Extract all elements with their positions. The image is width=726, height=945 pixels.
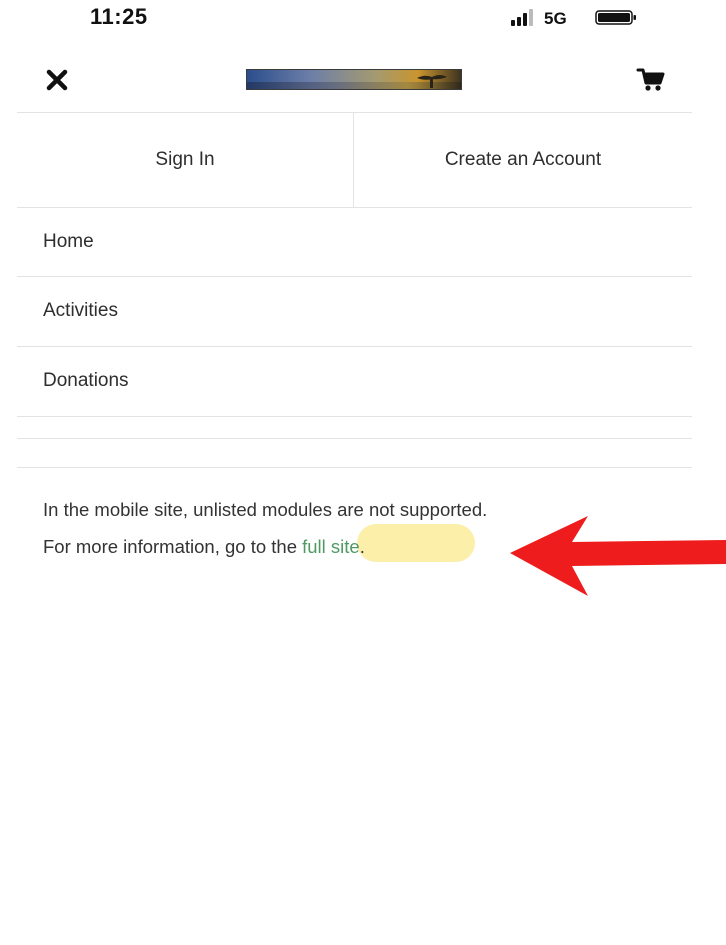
notice-line-2-prefix: For more information, go to the: [43, 536, 303, 557]
nav-item-home[interactable]: Home: [17, 208, 692, 277]
sign-in-button[interactable]: Sign In: [17, 113, 353, 207]
red-arrow-annotation: [510, 516, 726, 596]
shopping-cart-icon[interactable]: [636, 67, 666, 93]
nav-item-label: Donations: [43, 370, 129, 391]
status-bar: 11:25 5G: [0, 0, 726, 40]
logo-tree-icon: [417, 75, 447, 88]
status-time: 11:25: [90, 4, 148, 29]
signal-bars-icon: [511, 9, 533, 26]
menu-header: [0, 55, 726, 105]
notice-line-2-suffix: .: [359, 536, 365, 557]
network-type: 5G: [544, 9, 567, 28]
close-x-icon[interactable]: [44, 67, 70, 93]
nav-item-label: Home: [43, 231, 94, 252]
full-site-link[interactable]: full site: [302, 536, 360, 557]
divider: [17, 438, 692, 439]
site-logo[interactable]: [246, 69, 462, 90]
nav-item-label: Activities: [43, 300, 118, 321]
create-account-button[interactable]: Create an Account: [354, 113, 692, 207]
nav-item-donations[interactable]: Donations: [17, 347, 692, 416]
battery-icon: [595, 10, 636, 25]
divider: [17, 467, 692, 468]
nav-item-activities[interactable]: Activities: [17, 277, 692, 346]
nav-item-empty[interactable]: [17, 417, 692, 438]
account-row: Sign In Create an Account: [17, 113, 692, 207]
